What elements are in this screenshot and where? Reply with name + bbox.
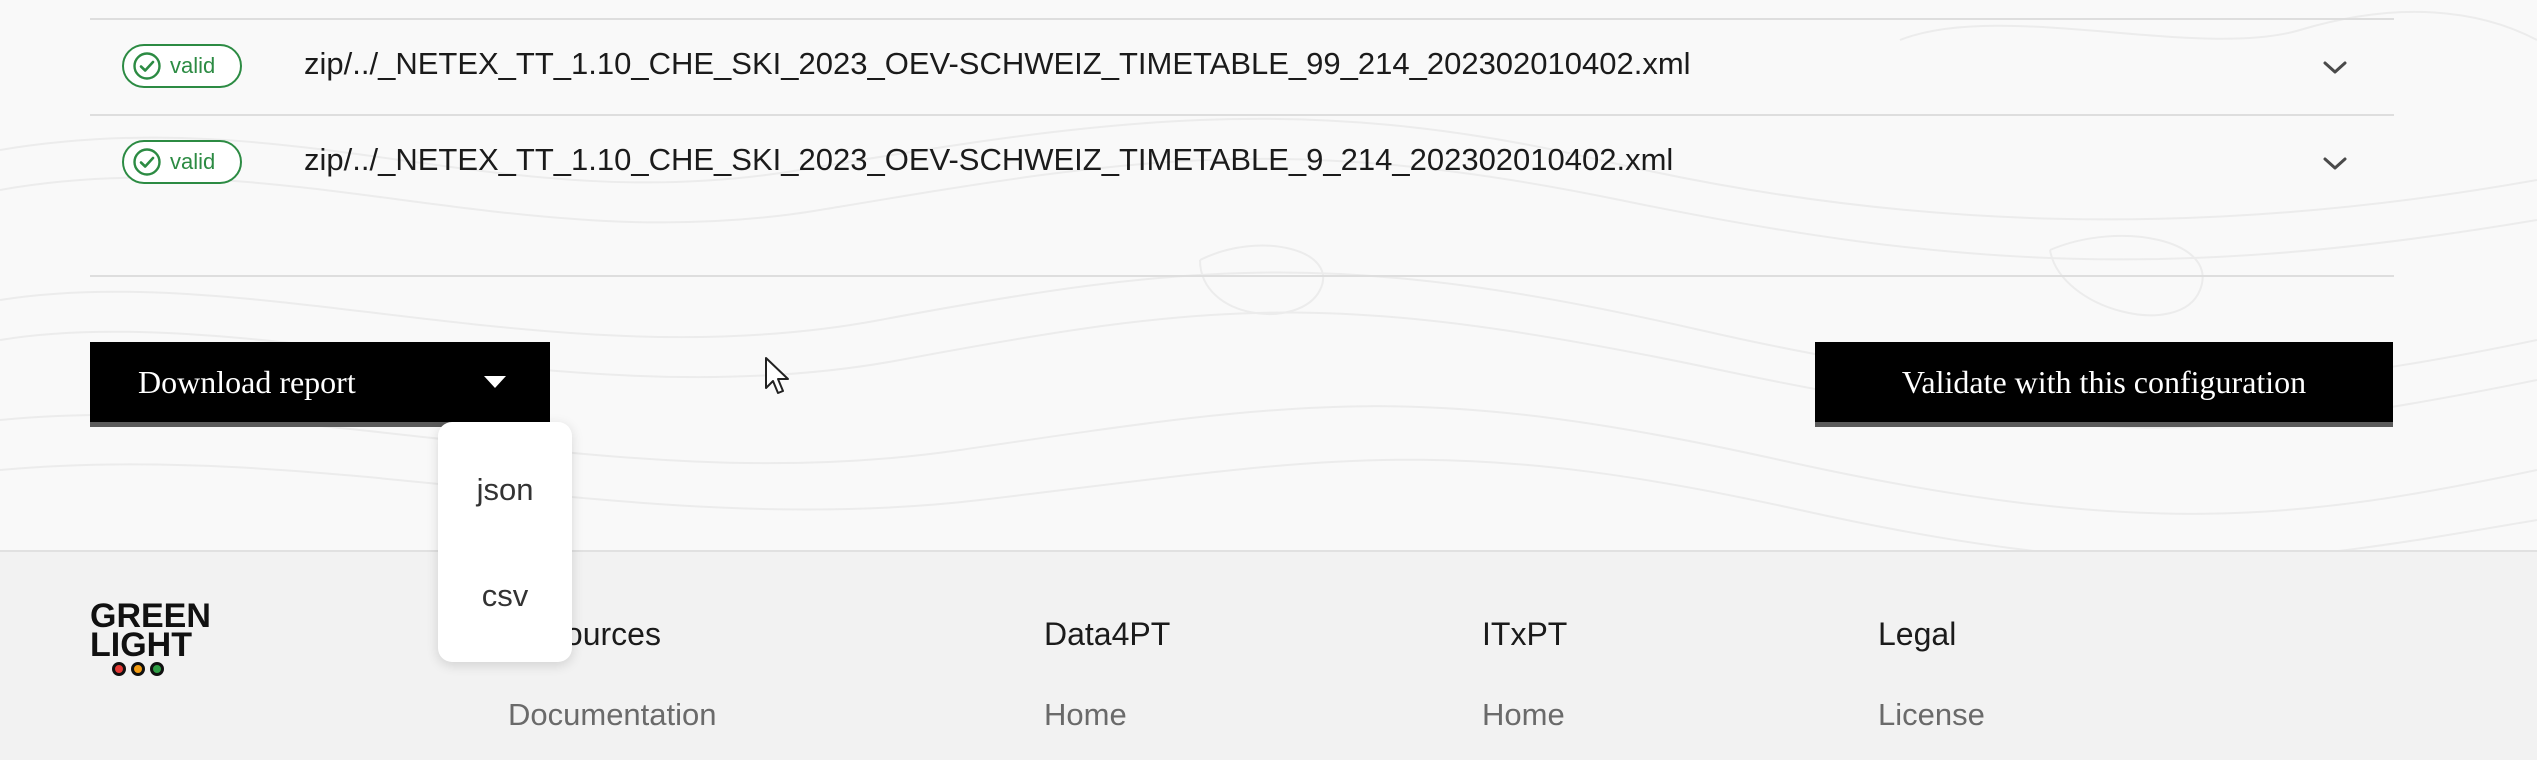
chevron-down-icon[interactable] [2322,156,2348,172]
download-report-label: Download report [138,363,356,400]
footer-link-home[interactable]: Home [1044,697,1170,733]
footer-heading: ITxPT [1482,616,1568,652]
footer-column-data4pt: Data4PT Home [1044,616,1170,733]
footer-heading: Data4PT [1044,616,1171,652]
amber-dot [131,662,145,676]
footer: GREEN LIGHT Resources Documentation Data… [0,550,2537,760]
mouse-cursor-icon [765,357,789,394]
result-row[interactable]: valid zip/../_NETEX_TT_1.10_CHE_SKI_2023… [90,116,2394,210]
footer-heading: Legal [1878,616,1957,652]
footer-link-license[interactable]: License [1878,697,1985,733]
red-dot [112,662,126,676]
check-circle-icon [133,52,161,80]
footer-column-legal: Legal License [1878,616,1985,733]
green-dot [150,662,164,676]
footer-link-documentation[interactable]: Documentation [508,697,717,733]
result-row[interactable]: valid zip/../_NETEX_TT_1.10_CHE_SKI_2023… [90,20,2394,114]
footer-link-home[interactable]: Home [1482,697,1567,733]
validate-config-button[interactable]: Validate with this configuration [1815,342,2393,422]
validate-config-label: Validate with this configuration [1901,363,2307,400]
menu-item-csv[interactable]: csv [438,546,572,646]
section-divider [90,275,2394,277]
chevron-down-icon[interactable] [2322,60,2348,76]
download-report-button[interactable]: Download report [90,342,550,422]
logo-line-2: LIGHT [90,626,192,664]
valid-badge: valid [122,140,242,184]
menu-item-json[interactable]: json [438,440,572,540]
traffic-light-dots [112,662,202,676]
valid-badge: valid [122,44,242,88]
result-filename: zip/../_NETEX_TT_1.10_CHE_SKI_2023_OEV-S… [304,46,1691,81]
valid-badge-label: valid [170,53,216,78]
footer-column-itxpt: ITxPT Home [1482,616,1567,733]
check-circle-icon [133,148,161,176]
result-filename: zip/../_NETEX_TT_1.10_CHE_SKI_2023_OEV-S… [304,142,1674,177]
valid-badge-label: valid [170,149,216,174]
greenlight-logo[interactable]: GREEN LIGHT [90,599,211,686]
download-format-menu: json csv [438,422,572,662]
caret-down-icon [484,376,506,388]
